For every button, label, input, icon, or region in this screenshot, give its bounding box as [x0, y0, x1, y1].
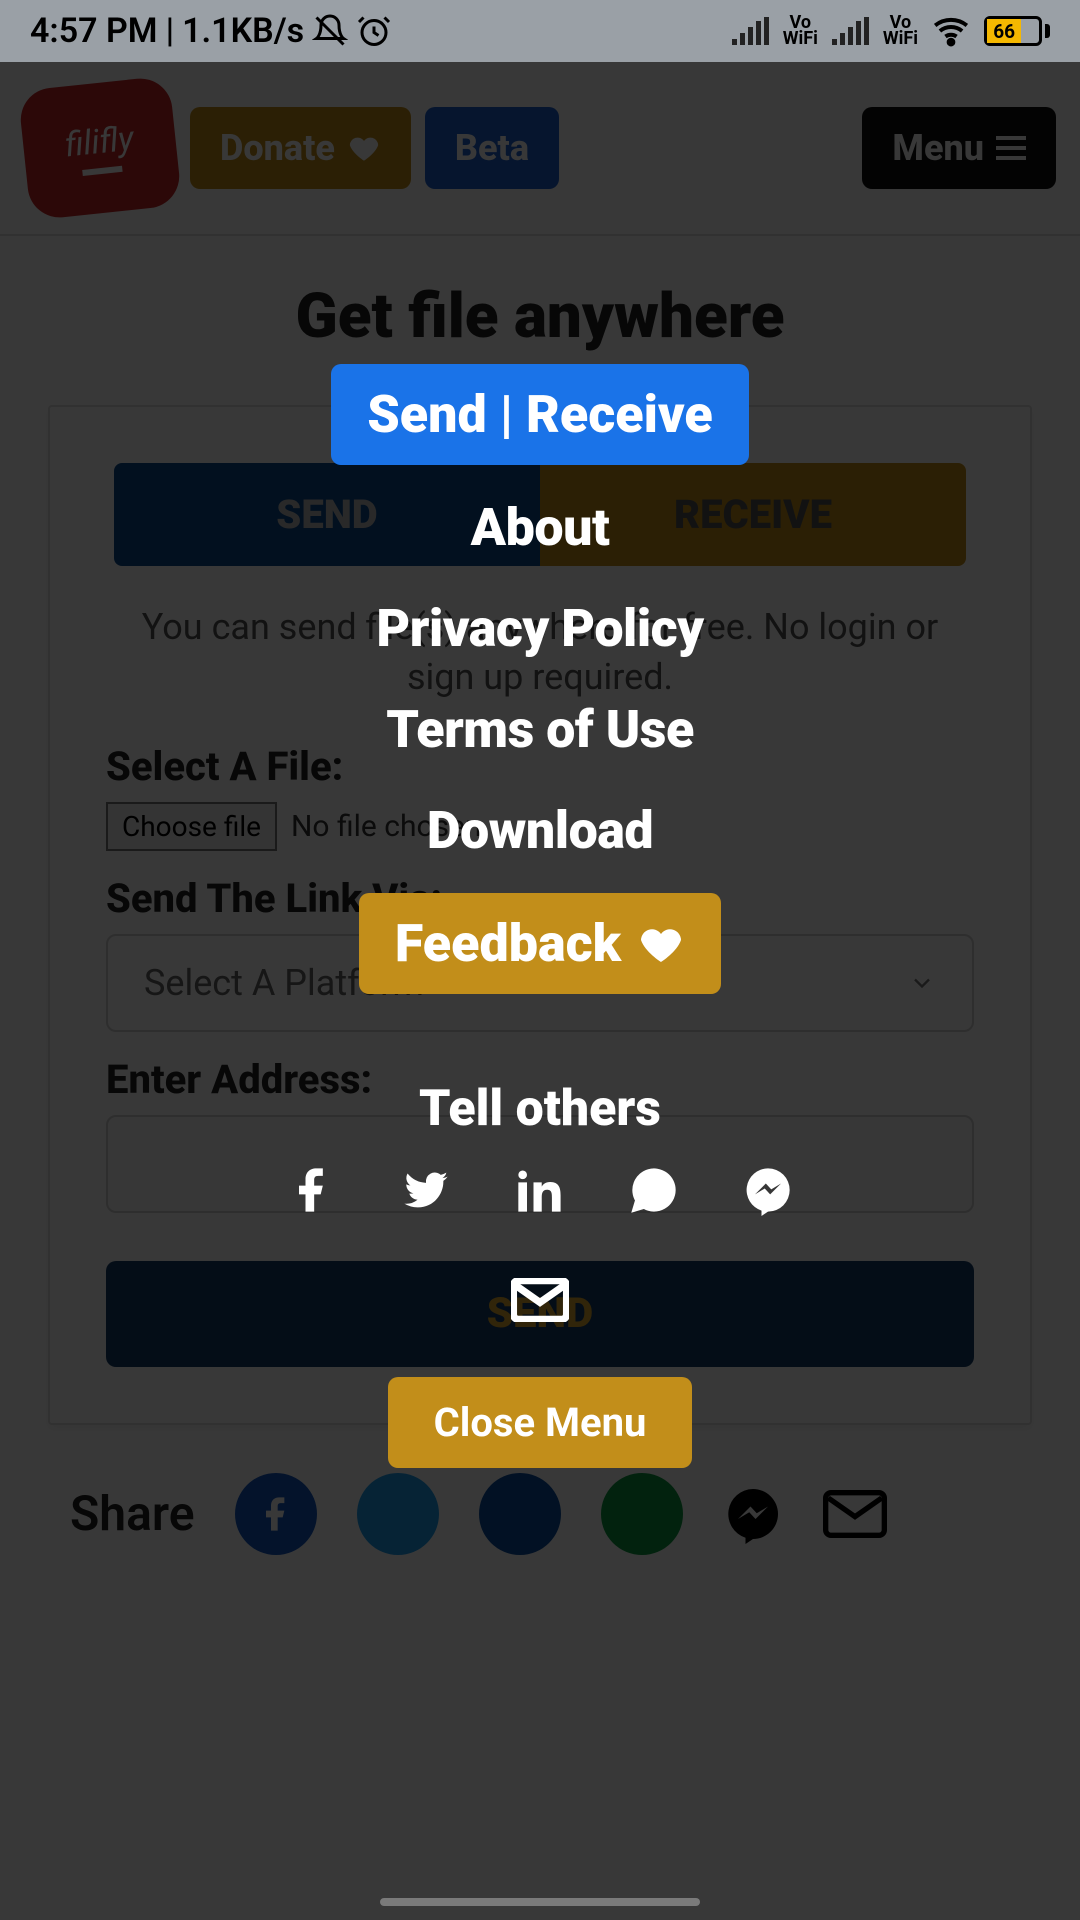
signal-icon-2: [832, 17, 869, 45]
menu-send-receive[interactable]: Send | Receive: [331, 364, 749, 465]
home-indicator[interactable]: [380, 1898, 700, 1906]
whatsapp-icon[interactable]: [628, 1164, 680, 1216]
status-bar: 4:57 PM | 1.1KB/s VoWiFi VoWiFi 66: [0, 0, 1080, 62]
menu-about[interactable]: About: [471, 497, 610, 558]
heart-icon: [637, 920, 685, 968]
menu-download[interactable]: Download: [427, 800, 653, 861]
menu-panel: Send | Receive About Privacy Policy Term…: [0, 62, 1080, 1920]
wifi-icon: [932, 12, 970, 50]
battery-pct: 66: [987, 19, 1021, 43]
signal-icon: [732, 17, 769, 45]
status-time: 4:57 PM: [30, 11, 158, 51]
status-net-speed: 1.1KB/s: [182, 11, 304, 51]
battery-icon: 66: [984, 16, 1050, 46]
menu-privacy-policy[interactable]: Privacy Policy: [376, 598, 703, 659]
vowifi-label-2: VoWiFi: [883, 15, 918, 47]
menu-tell-others: Tell others: [419, 1080, 661, 1138]
email-icon[interactable]: [511, 1278, 569, 1322]
linkedin-icon[interactable]: [514, 1164, 566, 1216]
menu-terms-of-use[interactable]: Terms of Use: [386, 699, 694, 760]
menu-feedback[interactable]: Feedback: [359, 893, 721, 994]
bell-off-icon: [312, 13, 348, 49]
messenger-icon[interactable]: [742, 1164, 794, 1216]
twitter-icon[interactable]: [400, 1164, 452, 1216]
alarm-icon: [356, 13, 392, 49]
vowifi-label-1: VoWiFi: [783, 15, 818, 47]
close-menu-button[interactable]: Close Menu: [388, 1377, 693, 1468]
facebook-icon[interactable]: [286, 1164, 338, 1216]
